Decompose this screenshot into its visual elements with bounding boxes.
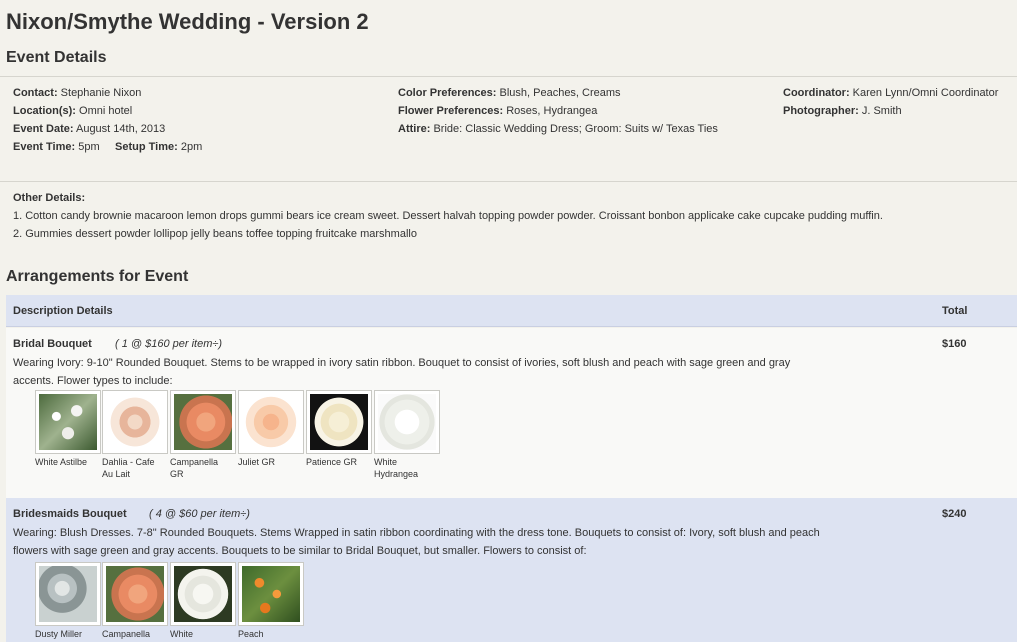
flower-thumbnail[interactable]: White Astilbe xyxy=(35,390,101,468)
arrangement-total: $160 xyxy=(942,338,967,350)
arrangements-heading: Arrangements for Event xyxy=(6,268,189,285)
location-detail: Location(s): Omni hotel xyxy=(13,105,133,117)
flower-name: White Astilbe xyxy=(35,457,88,467)
arrangements-table-header: Description Details Total xyxy=(6,295,1017,327)
flower-thumbnail[interactable]: Campanella xyxy=(102,562,168,640)
flower-thumbnail[interactable]: Campanella GR xyxy=(170,390,236,480)
flower-name: White Hydrangea xyxy=(374,457,419,479)
description-column-header: Description Details xyxy=(13,305,113,317)
flower-name: Dahlia - Cafe Au Lait xyxy=(102,457,155,479)
flower-thumbnail[interactable]: Patience GR xyxy=(306,390,372,468)
flower-photo xyxy=(39,566,97,622)
attire-detail: Attire: Bride: Classic Wedding Dress; Gr… xyxy=(398,123,718,135)
color-preferences-detail: Color Preferences: Blush, Peaches, Cream… xyxy=(398,87,621,99)
arrangement-row-bridal-bouquet: Bridal Bouquet ( 1 @ $160 per item÷) $16… xyxy=(6,328,1017,498)
flower-name: Campanella xyxy=(102,629,151,639)
flower-photo xyxy=(242,566,300,622)
other-details-label: Other Details: xyxy=(13,192,86,204)
arrangement-name: Bridesmaids Bouquet xyxy=(13,508,127,520)
setup-time-detail: Setup Time: 2pm xyxy=(115,141,203,153)
flower-thumbnail[interactable]: White xyxy=(170,562,236,640)
flower-photo xyxy=(174,394,232,450)
event-date-detail: Event Date: August 14th, 2013 xyxy=(13,123,166,135)
divider xyxy=(0,181,1017,182)
flower-name: Patience GR xyxy=(306,457,358,467)
arrangement-quantity: ( 1 @ $160 per item÷) xyxy=(115,338,223,350)
flower-photo xyxy=(106,566,164,622)
flower-thumbnail[interactable]: Dusty Miller xyxy=(35,562,101,640)
arrangement-name: Bridal Bouquet xyxy=(13,338,92,350)
other-details-line: 1. Cotton candy brownie macaroon lemon d… xyxy=(13,210,883,222)
divider xyxy=(0,76,1017,77)
flower-name: White xyxy=(170,629,194,639)
flower-thumbnail[interactable]: Juliet GR xyxy=(238,390,304,468)
flower-photo xyxy=(310,394,368,450)
flower-photo xyxy=(378,394,436,450)
event-time-detail: Event Time: 5pm xyxy=(13,141,100,153)
flower-photo xyxy=(39,394,97,450)
arrangement-quantity: ( 4 @ $60 per item÷) xyxy=(149,508,250,520)
flower-photo xyxy=(174,566,232,622)
arrangement-description: Wearing: Blush Dresses. 7-8" Rounded Bou… xyxy=(13,527,820,557)
flower-thumbnail[interactable]: Peach xyxy=(238,562,304,640)
arrangement-total: $240 xyxy=(942,508,967,520)
flower-photo xyxy=(242,394,300,450)
coordinator-detail: Coordinator: Karen Lynn/Omni Coordinator xyxy=(783,87,999,99)
flower-name: Campanella GR xyxy=(170,457,219,479)
photographer-detail: Photographer: J. Smith xyxy=(783,105,902,117)
flower-thumbnail[interactable]: White Hydrangea xyxy=(374,390,440,480)
flower-name: Juliet GR xyxy=(238,457,276,467)
flower-thumbnail[interactable]: Dahlia - Cafe Au Lait xyxy=(102,390,168,480)
page-title: Nixon/Smythe Wedding - Version 2 xyxy=(6,9,369,34)
other-details-line: 2. Gummies dessert powder lollipop jelly… xyxy=(13,228,417,240)
total-column-header: Total xyxy=(942,305,968,317)
flower-name: Peach xyxy=(238,629,264,639)
flower-preferences-detail: Flower Preferences: Roses, Hydrangea xyxy=(398,105,598,117)
event-details-heading: Event Details xyxy=(6,49,107,66)
arrangement-description: Wearing Ivory: 9-10" Rounded Bouquet. St… xyxy=(13,357,791,387)
arrangement-row-bridesmaids-bouquet: Bridesmaids Bouquet ( 4 @ $60 per item÷)… xyxy=(6,498,1017,642)
flower-photo xyxy=(106,394,164,450)
contact-detail: Contact: Stephanie Nixon xyxy=(13,87,142,99)
flower-name: Dusty Miller xyxy=(35,629,83,639)
